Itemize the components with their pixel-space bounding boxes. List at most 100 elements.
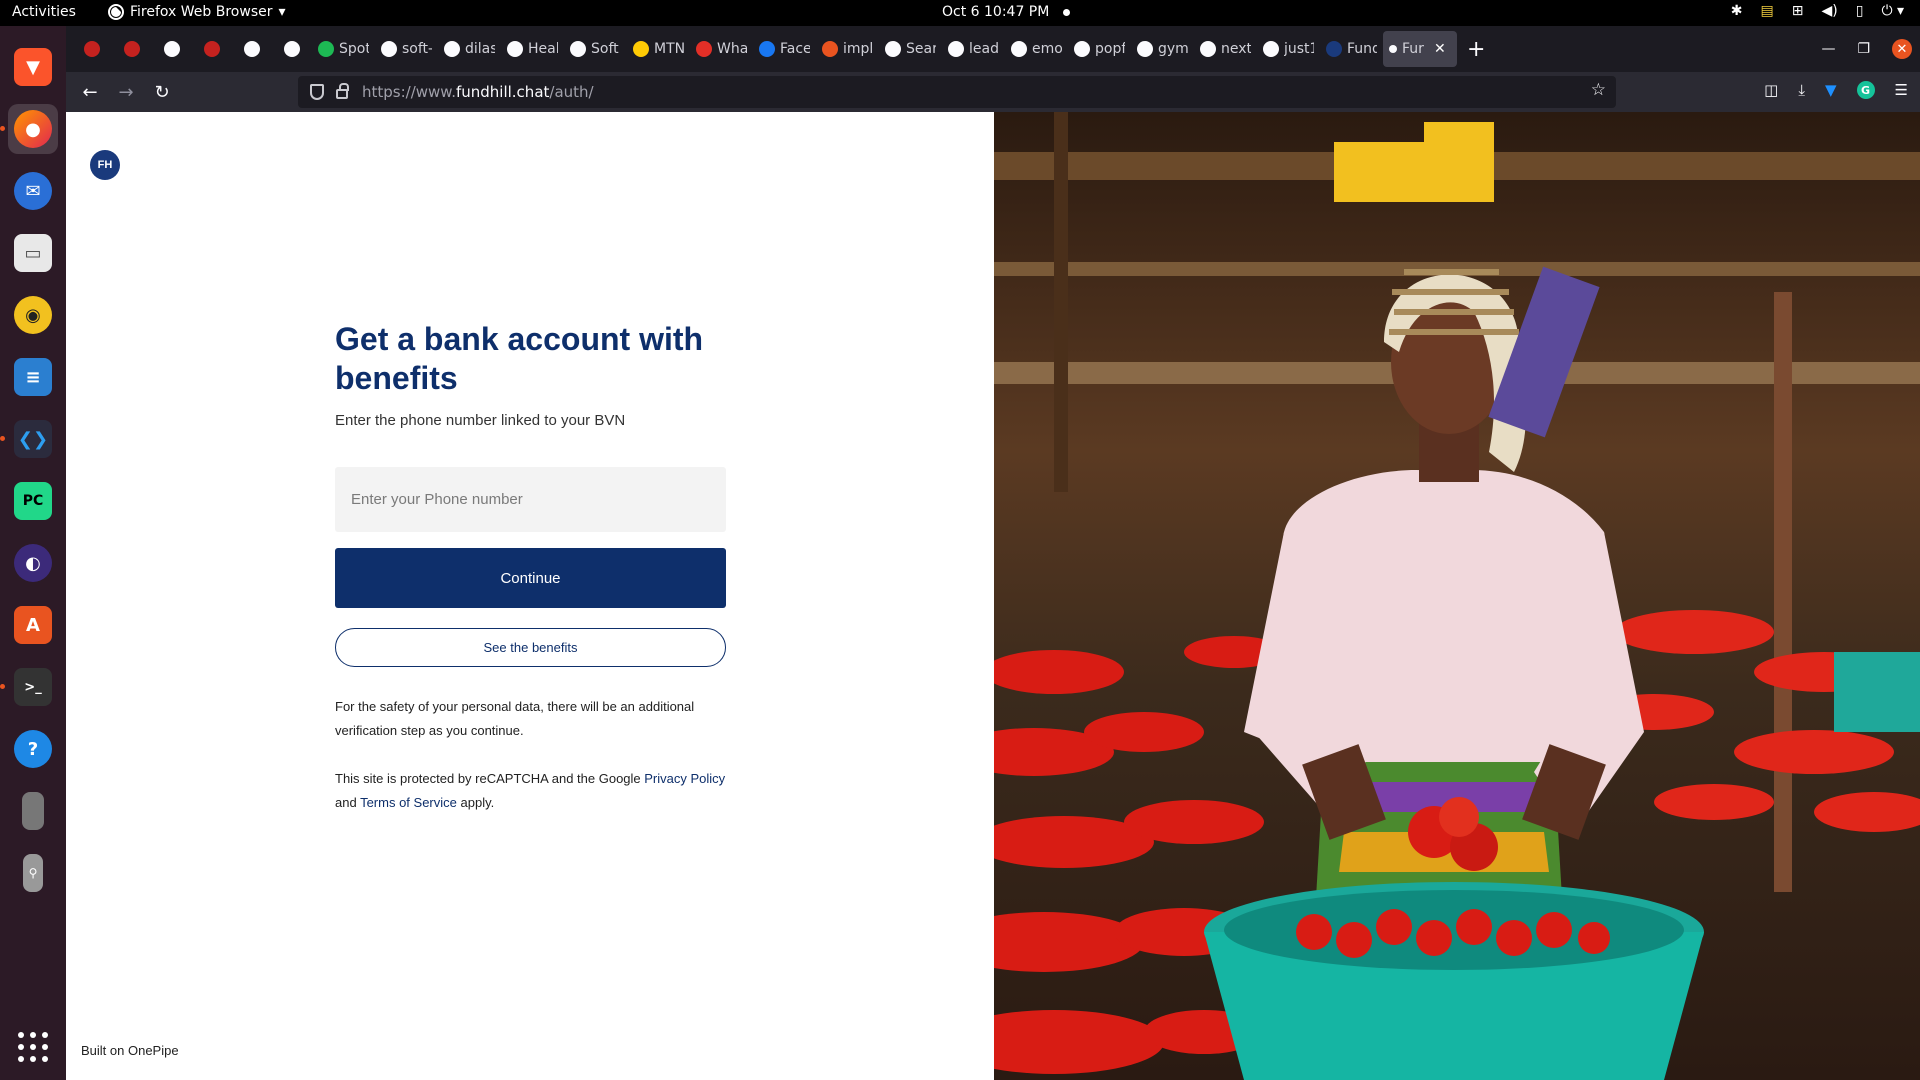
writer-icon: ≡	[14, 358, 52, 396]
chevron-down-icon: ▾	[278, 4, 286, 20]
tab-15[interactable]: Searc	[879, 31, 942, 67]
safety-note: For the safety of your personal data, th…	[335, 699, 695, 738]
shield-icon[interactable]	[310, 84, 324, 100]
privacy-policy-link[interactable]: Privacy Policy	[644, 771, 725, 786]
tab-0[interactable]	[72, 31, 112, 67]
tab-18[interactable]: popfi	[1068, 31, 1131, 67]
running-indicator	[0, 126, 5, 131]
tab-title: Fund	[1347, 41, 1377, 57]
lock-icon[interactable]	[336, 83, 349, 99]
tab-22[interactable]: Fund	[1320, 31, 1383, 67]
terms-of-service-link[interactable]: Terms of Service	[360, 795, 457, 810]
tab-17[interactable]: emov	[1005, 31, 1068, 67]
dock-files[interactable]: ▭	[8, 228, 58, 278]
tab-12[interactable]: What	[690, 31, 753, 67]
new-tab-button[interactable]: +	[1467, 37, 1485, 62]
tab-title: Fur	[1402, 41, 1424, 57]
tab-13[interactable]: Facel	[753, 31, 816, 67]
power-menu-icon[interactable]: ⏻ ▾	[1881, 3, 1904, 19]
grammarly-icon[interactable]: G	[1856, 81, 1875, 99]
system-tray[interactable]: ✱ ▤ ⊞ ◀) ▯ ⏻ ▾	[1731, 3, 1904, 19]
signup-form: Get a bank account with benefits Enter t…	[335, 320, 726, 815]
dock-help[interactable]: ?	[8, 724, 58, 774]
tab-2[interactable]	[152, 31, 192, 67]
tab-4[interactable]	[232, 31, 272, 67]
tab-current[interactable]: Fur ✕	[1383, 31, 1457, 67]
tab-title: soft-	[402, 41, 432, 57]
pocket-icon[interactable]: ◫	[1764, 81, 1778, 99]
system-top-bar: Activities Firefox Web Browser ▾ Oct 6 1…	[0, 0, 1920, 26]
phone-number-input[interactable]	[335, 467, 726, 532]
url-bar[interactable]: https://www.fundhill.chat/auth/ ☆	[298, 76, 1616, 108]
back-button[interactable]: ←	[72, 82, 108, 103]
tab-3[interactable]	[192, 31, 232, 67]
dock-brave[interactable]: ▼	[8, 42, 58, 92]
fundhill-logo[interactable]: FH	[90, 150, 120, 180]
dock-pycharm[interactable]: PC	[8, 476, 58, 526]
battery-icon[interactable]: ▯	[1856, 3, 1864, 19]
show-apps-icon[interactable]	[18, 1032, 48, 1062]
dock-thunderbird[interactable]: ✉	[8, 166, 58, 216]
tab-strip: Spoti soft-dilas Healt Soft MTN What Facel impl…	[66, 26, 1920, 72]
dock-disk[interactable]	[8, 786, 58, 836]
tab-5[interactable]	[272, 31, 312, 67]
tab-title: gymv	[1158, 41, 1188, 57]
dock-firefox[interactable]: ●	[0, 104, 58, 154]
tab-title: MTN	[654, 41, 684, 57]
continue-button[interactable]: Continue	[335, 548, 726, 608]
tab-14[interactable]: imple	[816, 31, 879, 67]
software-icon: A	[14, 606, 52, 644]
tab-10[interactable]: Soft	[564, 31, 627, 67]
tab-8[interactable]: dilas	[438, 31, 501, 67]
close-tab-icon[interactable]: ✕	[1434, 41, 1446, 57]
clock[interactable]: Oct 6 10:47 PM	[942, 4, 1071, 20]
dock-writer[interactable]: ≡	[8, 352, 58, 402]
extension-icon[interactable]: ▼	[1825, 81, 1837, 99]
tab-20[interactable]: nextj	[1194, 31, 1257, 67]
tab-9[interactable]: Healt	[501, 31, 564, 67]
tab-11[interactable]: MTN	[627, 31, 690, 67]
brave-icon: ▼	[14, 48, 52, 86]
tab-title: just1	[1284, 41, 1314, 57]
tab-6[interactable]: Spoti	[312, 31, 375, 67]
dock-terminal[interactable]: >_	[0, 662, 58, 712]
notes-icon[interactable]: ▤	[1761, 3, 1774, 19]
dock-vscode[interactable]: ❮❯	[0, 414, 58, 464]
downloads-icon[interactable]: ⤓	[1798, 81, 1805, 99]
reload-button[interactable]: ↻	[144, 82, 180, 103]
dock-software[interactable]: A	[8, 600, 58, 650]
network-icon[interactable]: ⊞	[1792, 3, 1804, 19]
dock-usb[interactable]: ⚲	[8, 848, 58, 898]
tab-7[interactable]: soft-	[375, 31, 438, 67]
tab-title: nextj	[1221, 41, 1251, 57]
hero-photo	[994, 112, 1920, 1080]
url-text[interactable]: https://www.fundhill.chat/auth/	[362, 83, 594, 101]
tab-16[interactable]: leads	[942, 31, 1005, 67]
activities-button[interactable]: Activities	[12, 4, 76, 20]
mtn-icon	[633, 41, 649, 57]
tab-19[interactable]: gymv	[1131, 31, 1194, 67]
dock-rhythmbox[interactable]: ◉	[8, 290, 58, 340]
page-title: Get a bank account with benefits	[335, 321, 704, 396]
forward-button[interactable]: →	[108, 82, 144, 103]
github-icon	[381, 41, 397, 57]
menu-icon[interactable]: ☰	[1895, 81, 1908, 99]
auth-panel: FH Get a bank account with benefits Ente…	[66, 112, 994, 1080]
slack-icon[interactable]: ✱	[1731, 3, 1743, 19]
tab-title: leads	[969, 41, 999, 57]
github-icon	[507, 41, 523, 57]
help-icon: ?	[14, 730, 52, 768]
tab-21[interactable]: just1	[1257, 31, 1320, 67]
github-icon	[1263, 41, 1279, 57]
volume-icon[interactable]: ◀)	[1821, 3, 1837, 19]
page-subtitle: Enter the phone number linked to your BV…	[335, 412, 626, 429]
github-icon	[444, 41, 460, 57]
see-benefits-button[interactable]: See the benefits	[335, 628, 726, 667]
bookmark-star-icon[interactable]: ☆	[1591, 80, 1606, 100]
tab-1[interactable]	[112, 31, 152, 67]
dock-eclipse[interactable]: ◐	[8, 538, 58, 588]
minimize-button[interactable]: —	[1821, 41, 1835, 57]
restore-button[interactable]: ❐	[1857, 41, 1870, 57]
app-menu[interactable]: Firefox Web Browser ▾	[108, 4, 286, 20]
close-window-button[interactable]: ✕	[1892, 39, 1912, 59]
